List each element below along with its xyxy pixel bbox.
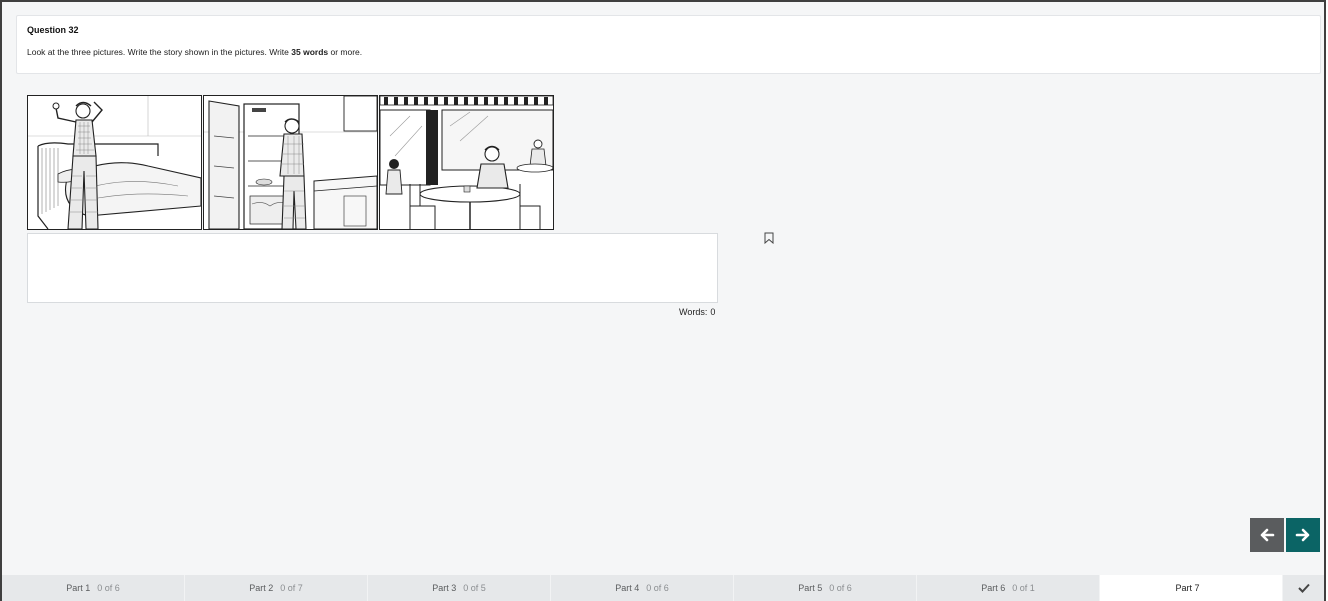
part-tab-5[interactable]: Part 5 0 of 6	[734, 575, 917, 601]
part-tab-3[interactable]: Part 3 0 of 5	[368, 575, 551, 601]
part-tab-2[interactable]: Part 2 0 of 7	[185, 575, 368, 601]
part-label: Part 4	[615, 583, 640, 593]
man-eating-in-cafe-picture	[379, 95, 554, 230]
previous-button[interactable]	[1250, 518, 1284, 552]
next-button[interactable]	[1286, 518, 1320, 552]
word-count-label: Words:	[679, 307, 708, 317]
question-instruction: Look at the three pictures. Write the st…	[27, 47, 363, 57]
part-label: Part 3	[432, 583, 457, 593]
arrow-left-icon	[1260, 528, 1275, 542]
part-tab-7[interactable]: Part 7	[1100, 575, 1283, 601]
submit-check-button[interactable]	[1283, 575, 1324, 601]
test-window: Question 32 Look at the three pictures. …	[0, 0, 1326, 601]
word-counter: Words: 0	[676, 307, 715, 317]
part-label: Part 2	[249, 583, 274, 593]
answer-text-area[interactable]	[27, 233, 718, 303]
question-card: Question 32 Look at the three pictures. …	[16, 15, 1321, 74]
part-label: Part 1	[66, 583, 91, 593]
part-label: Part 5	[798, 583, 823, 593]
part-navigation-bar: Part 1 0 of 6 Part 2 0 of 7 Part 3 0 of 5 P…	[2, 575, 1324, 601]
picture-strip	[27, 95, 555, 230]
part-progress: 0 of 1	[1012, 583, 1035, 593]
bookmark-icon[interactable]	[764, 231, 774, 245]
part-progress: 0 of 5	[463, 583, 486, 593]
part-tab-6[interactable]: Part 6 0 of 1	[917, 575, 1100, 601]
part-progress: 0 of 7	[280, 583, 303, 593]
part-tab-4[interactable]: Part 4 0 of 6	[551, 575, 734, 601]
check-icon	[1297, 583, 1310, 593]
part-label: Part 7	[1175, 583, 1200, 593]
word-count-value: 0	[710, 307, 716, 317]
man-looking-in-empty-fridge-picture	[203, 95, 378, 230]
part-progress: 0 of 6	[829, 583, 852, 593]
part-tab-1[interactable]: Part 1 0 of 6	[2, 575, 185, 601]
arrow-right-icon	[1295, 528, 1310, 542]
part-progress: 0 of 6	[97, 583, 120, 593]
part-progress: 0 of 6	[646, 583, 669, 593]
question-title: Question 32	[27, 25, 79, 35]
man-waking-up-in-bedroom-picture	[27, 95, 202, 230]
word-requirement: 35 words	[291, 47, 329, 57]
part-label: Part 6	[981, 583, 1006, 593]
